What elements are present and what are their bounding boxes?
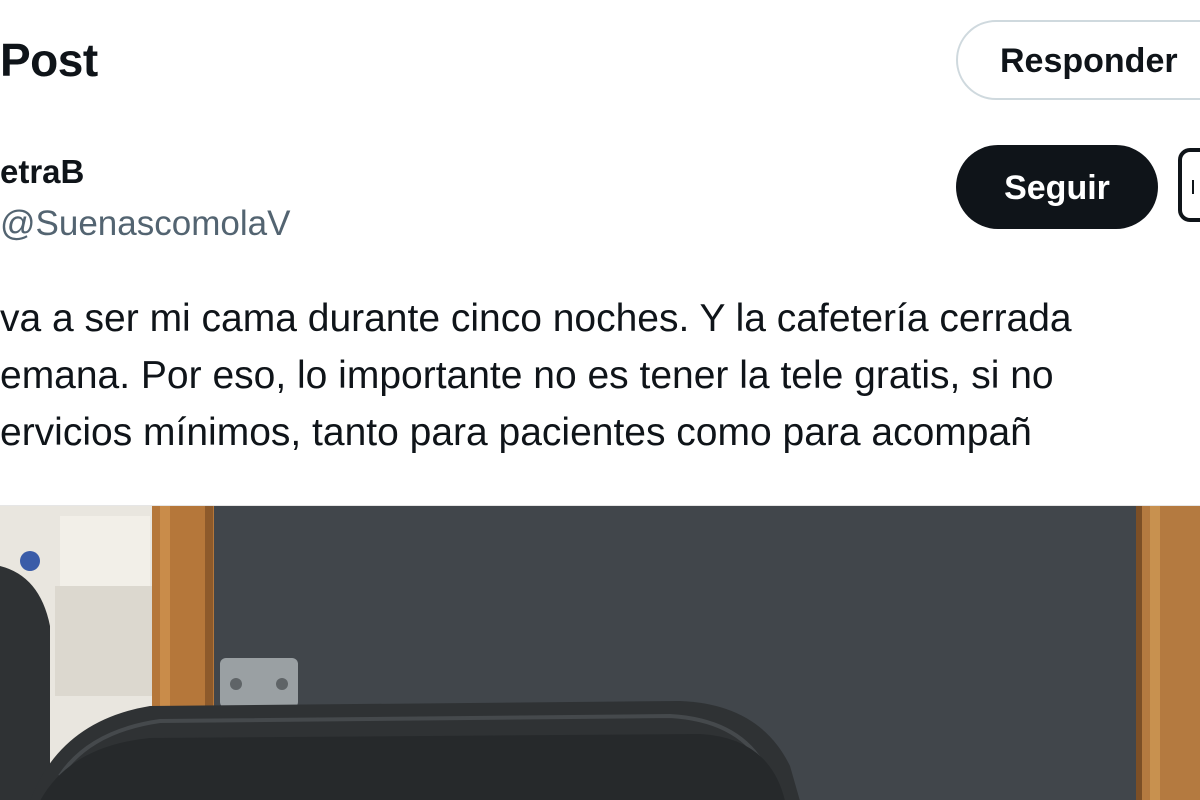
post-page: Post Responder etraB @SuenascomolaV Segu… xyxy=(0,0,1200,800)
post-text: va a ser mi cama durante cinco noches. Y… xyxy=(0,290,1200,461)
more-options-icon[interactable] xyxy=(1178,148,1200,222)
author-display-name[interactable]: etraB xyxy=(0,150,84,194)
post-text-line: emana. Por eso, lo importante no es tene… xyxy=(0,354,1054,397)
follow-button[interactable]: Seguir xyxy=(956,145,1158,229)
post-text-line: ervicios mínimos, tanto para pacientes c… xyxy=(0,411,1032,454)
reply-button[interactable]: Responder xyxy=(956,20,1200,100)
page-title: Post xyxy=(0,34,98,86)
post-text-line: va a ser mi cama durante cinco noches. Y… xyxy=(0,297,1072,340)
author-handle[interactable]: @SuenascomolaV xyxy=(0,202,290,246)
post-photo[interactable] xyxy=(0,505,1200,800)
hospital-chair-photo-icon xyxy=(0,506,1200,800)
